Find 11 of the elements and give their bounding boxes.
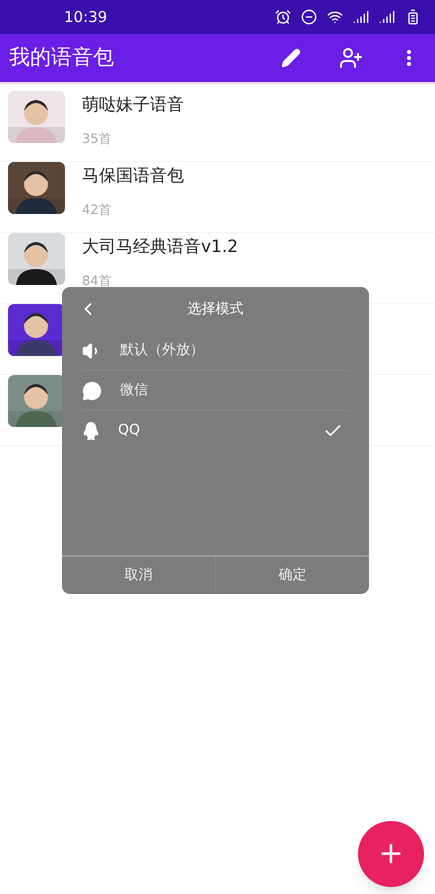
voice-pack-title: 马保国语音包 <box>82 165 184 188</box>
voice-pack-title: 萌哒妹子语音 <box>82 94 184 117</box>
option-label: 微信 <box>120 381 149 400</box>
status-time: 10:39 <box>64 6 108 28</box>
option-label: QQ <box>118 421 142 440</box>
voice-pack-count: 35首 <box>82 130 113 148</box>
voice-pack-count: 42首 <box>82 202 113 220</box>
voice-pack-count: 84首 <box>82 272 113 290</box>
voice-pack-title: 大司马经典语音v1.2 <box>82 236 238 259</box>
option-label: 默认（外放） <box>120 341 205 360</box>
app-title: 我的语音包 <box>9 44 115 72</box>
